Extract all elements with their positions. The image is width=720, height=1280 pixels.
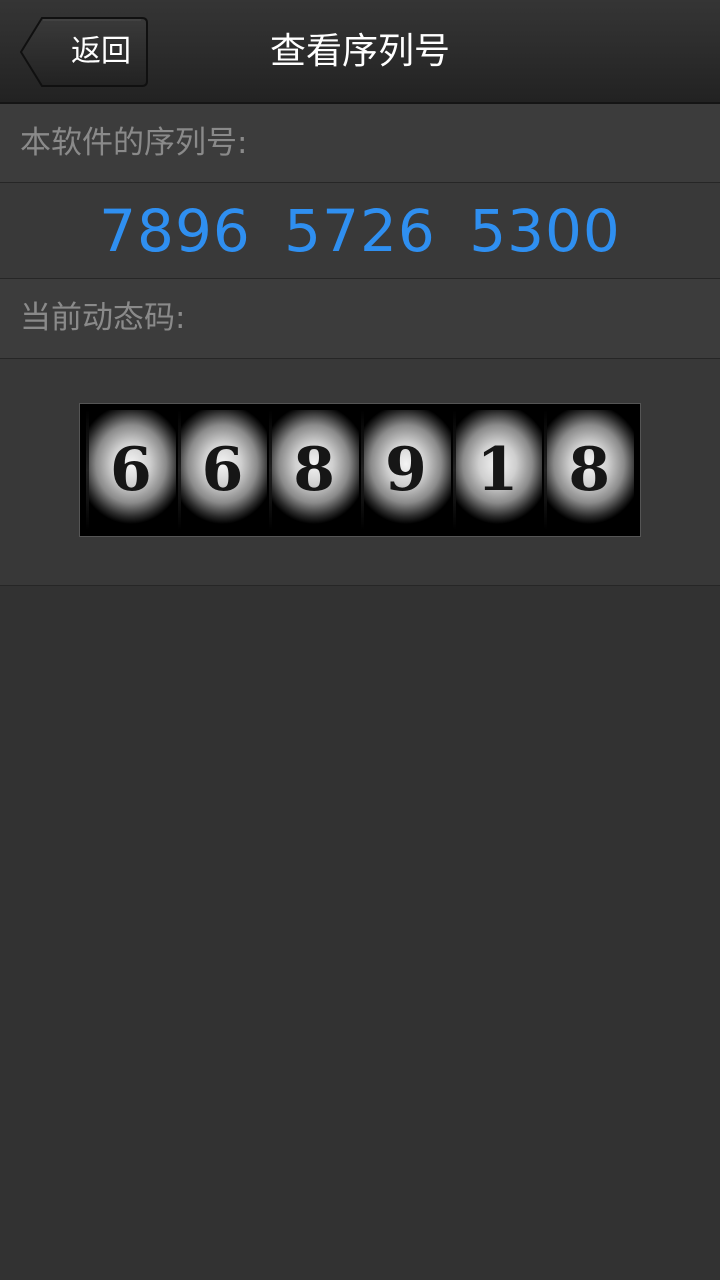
- odometer-digit: 6: [177, 410, 268, 530]
- serial-number: 7896 5726 5300: [99, 197, 621, 265]
- odometer-digit-text: 6: [201, 435, 244, 505]
- back-button[interactable]: 返回: [20, 17, 148, 87]
- page-title: 查看序列号: [269, 31, 450, 72]
- back-button-label: 返回: [71, 34, 131, 69]
- serial-label: 本软件的序列号:: [20, 125, 248, 161]
- odometer-digit-text: 6: [109, 435, 152, 505]
- dynamic-code-row: 6 6 8 9 1 8: [0, 359, 720, 586]
- odometer-digit: 1: [452, 410, 543, 530]
- odometer-digit-text: 8: [568, 435, 611, 505]
- serial-value-row: 7896 5726 5300: [0, 183, 720, 279]
- odometer-digit-text: 1: [476, 435, 519, 505]
- odometer-digit-text: 8: [293, 435, 336, 505]
- odometer-digit: 8: [269, 410, 360, 530]
- dynamic-code-label: 当前动态码:: [20, 300, 186, 336]
- nav-bar: 返回 查看序列号: [0, 0, 720, 104]
- odometer-digit: 6: [86, 410, 176, 530]
- serial-label-row: 本软件的序列号:: [0, 104, 720, 183]
- odometer-digit-text: 9: [384, 435, 427, 505]
- odometer-digit: 9: [361, 410, 451, 530]
- dynamic-code-label-row: 当前动态码:: [0, 279, 720, 359]
- odometer-digit: 8: [544, 410, 635, 530]
- dynamic-code-odometer: 6 6 8 9 1 8: [79, 403, 641, 537]
